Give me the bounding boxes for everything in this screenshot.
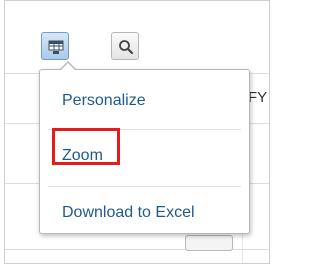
menu-pointer-fill bbox=[60, 63, 76, 71]
column-header-fragment: FY - bbox=[248, 89, 269, 106]
menu-separator bbox=[48, 186, 241, 187]
menu-item-personalize[interactable]: Personalize bbox=[40, 82, 249, 122]
table-options-button[interactable] bbox=[41, 32, 69, 60]
menu-item-label: Download to Excel bbox=[62, 204, 195, 221]
zoom-highlight-box bbox=[52, 128, 120, 165]
menu-item-label: Personalize bbox=[62, 92, 146, 109]
row-tab[interactable] bbox=[185, 235, 233, 251]
search-button[interactable] bbox=[111, 32, 139, 60]
menu-item-download-to-excel[interactable]: Download to Excel bbox=[40, 196, 249, 236]
